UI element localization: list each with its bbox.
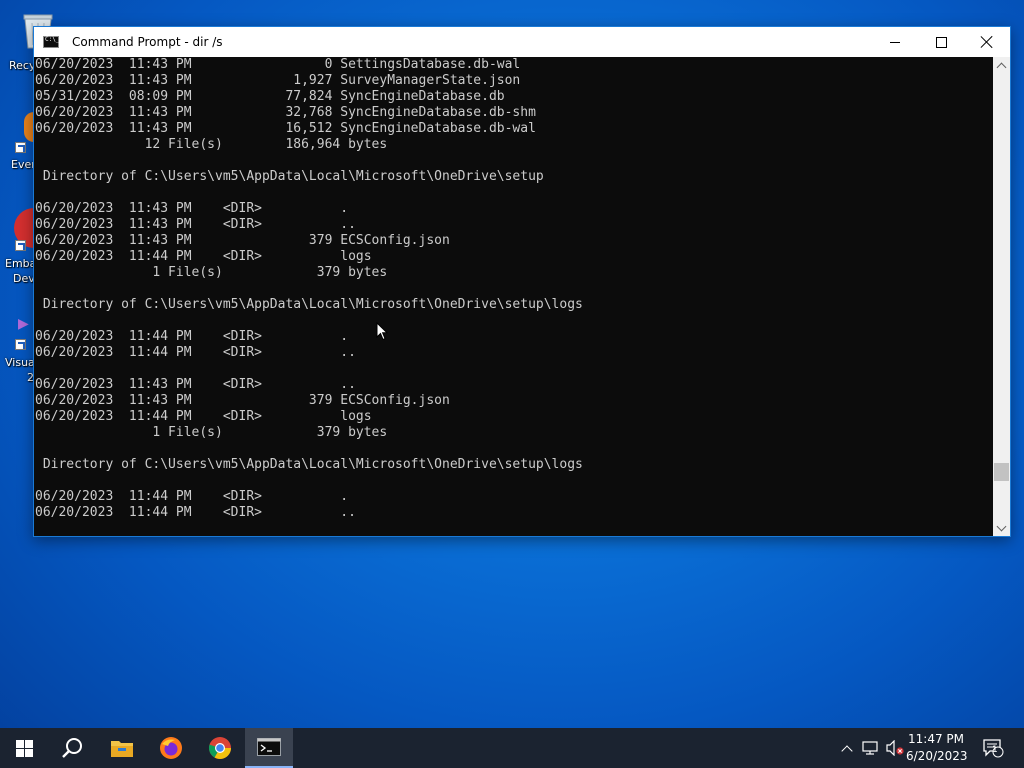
console-output[interactable]: 06/20/2023 11:43 PM 0 SettingsDatabase.d…	[34, 57, 993, 536]
chevron-up-icon	[841, 744, 853, 757]
console-line: 06/20/2023 11:44 PM <DIR> logs	[35, 249, 372, 264]
taskbar-clock[interactable]: 11:47 PM 6/20/2023	[906, 731, 968, 765]
search-icon	[62, 738, 82, 758]
start-button[interactable]	[0, 728, 48, 768]
console-line: Directory of C:\Users\vm5\AppData\Local\…	[35, 169, 544, 184]
desktop-icon-label: Emba	[5, 257, 37, 270]
console-line: 12 File(s) 186,964 bytes	[35, 137, 388, 152]
notification-center-button[interactable]: 1	[978, 728, 1008, 768]
chrome-icon	[208, 737, 231, 759]
console-line: 06/20/2023 11:44 PM <DIR> .	[35, 489, 349, 504]
vertical-scrollbar[interactable]	[993, 57, 1010, 536]
volume-button[interactable]	[884, 728, 906, 768]
scrollbar-thumb[interactable]	[994, 463, 1009, 481]
maximize-button[interactable]	[918, 27, 964, 57]
console-line: Directory of C:\Users\vm5\AppData\Local\…	[35, 457, 583, 472]
notification-count: 1	[992, 745, 998, 755]
firefox-button[interactable]	[147, 728, 195, 768]
console-line: 06/20/2023 11:43 PM 1,927 SurveyManagerS…	[35, 73, 521, 88]
console-line: 06/20/2023 11:43 PM <DIR> ..	[35, 217, 356, 232]
console-text: 06/20/2023 11:43 PM 0 SettingsDatabase.d…	[34, 57, 993, 521]
console-line: 06/20/2023 11:44 PM <DIR> ..	[35, 345, 356, 360]
command-prompt-icon	[257, 738, 281, 756]
console-line: 1 File(s) 379 bytes	[35, 265, 388, 280]
console-line: 06/20/2023 11:44 PM <DIR> logs	[35, 409, 372, 424]
window-title: Command Prompt - dir /s	[72, 35, 223, 49]
network-button[interactable]	[860, 728, 882, 768]
windows-logo-icon	[15, 739, 33, 757]
scroll-up-button[interactable]	[993, 57, 1010, 74]
desktop-icon-label: Recy	[9, 59, 36, 72]
maximize-icon	[935, 36, 947, 48]
console-line: 06/20/2023 11:43 PM 379 ECSConfig.json	[35, 393, 450, 408]
console-line: 06/20/2023 11:43 PM 379 ECSConfig.json	[35, 233, 450, 248]
shortcut-arrow-icon	[15, 142, 26, 153]
network-icon	[862, 741, 878, 755]
console-line: 05/31/2023 08:09 PM 77,824 SyncEngineDat…	[35, 89, 505, 104]
console-line: 06/20/2023 11:43 PM <DIR> .	[35, 201, 349, 216]
visual-studio-icon: ▶	[18, 316, 29, 332]
desktop-icon-label: Visua	[5, 356, 35, 369]
console-line: 06/20/2023 11:43 PM 0 SettingsDatabase.d…	[35, 57, 521, 72]
console-line: Directory of C:\Users\vm5\AppData\Local\…	[35, 297, 583, 312]
title-bar[interactable]: Command Prompt - dir /s	[34, 27, 1010, 57]
chevron-up-icon	[996, 62, 1007, 72]
minimize-icon	[890, 41, 900, 43]
chevron-down-icon	[996, 521, 1007, 531]
file-explorer-icon	[111, 741, 133, 757]
volume-muted-icon	[886, 740, 904, 756]
command-prompt-taskbar-button[interactable]	[245, 728, 293, 768]
firefox-icon	[160, 737, 182, 759]
close-button[interactable]	[964, 27, 1010, 57]
clock-date: 6/20/2023	[906, 749, 968, 763]
console-line: 1 File(s) 379 bytes	[35, 425, 388, 440]
search-button[interactable]	[48, 728, 96, 768]
console-line: 06/20/2023 11:43 PM 32,768 SyncEngineDat…	[35, 105, 536, 120]
command-prompt-window[interactable]: Command Prompt - dir /s 06/20/2023 11:43…	[33, 26, 1011, 537]
command-prompt-icon	[43, 36, 59, 48]
window-controls	[872, 27, 1010, 57]
close-icon	[981, 36, 993, 48]
file-explorer-button[interactable]	[98, 728, 146, 768]
scroll-down-button[interactable]	[993, 519, 1010, 536]
console-line: 06/20/2023 11:43 PM <DIR> ..	[35, 377, 356, 392]
minimize-button[interactable]	[872, 27, 918, 57]
shortcut-arrow-icon	[15, 240, 26, 251]
console-line: 06/20/2023 11:43 PM 16,512 SyncEngineDat…	[35, 121, 536, 136]
clock-time: 11:47 PM	[908, 732, 964, 746]
desktop-icon-label-line2: Dev	[13, 272, 35, 285]
mouse-cursor-icon	[376, 322, 388, 341]
chrome-button[interactable]	[196, 728, 244, 768]
show-hidden-icons-button[interactable]	[838, 728, 856, 768]
shortcut-arrow-icon	[15, 339, 26, 350]
console-line: 06/20/2023 11:44 PM <DIR> .	[35, 329, 349, 344]
console-line: 06/20/2023 11:44 PM <DIR> ..	[35, 505, 356, 520]
taskbar: 11:47 PM 6/20/2023 1	[0, 728, 1024, 768]
